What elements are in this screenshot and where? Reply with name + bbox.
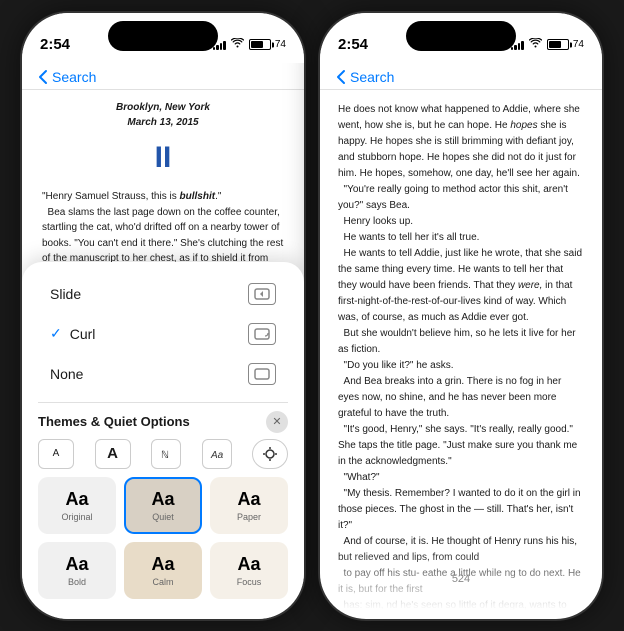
- divider-1: [38, 402, 288, 403]
- font-style-button[interactable]: ℕ: [151, 439, 181, 469]
- theme-quiet[interactable]: Aa Quiet: [124, 477, 202, 534]
- dynamic-island-right: [406, 21, 516, 51]
- wifi-icon-right: [529, 38, 542, 51]
- font-large-button[interactable]: A: [95, 439, 131, 469]
- back-button-left[interactable]: Search: [38, 69, 96, 85]
- battery-label-left: 74: [275, 39, 286, 50]
- status-icons-left: 74: [213, 38, 286, 51]
- theme-original-label: Original: [61, 512, 92, 522]
- theme-focus-label: Focus: [237, 577, 262, 587]
- back-label-left: Search: [52, 69, 96, 85]
- svg-text:ℕ: ℕ: [161, 450, 169, 461]
- theme-original[interactable]: Aa Original: [38, 477, 116, 534]
- back-label-right: Search: [350, 69, 394, 85]
- dynamic-island: [108, 21, 218, 51]
- page-number: 524: [320, 569, 602, 589]
- svg-text:Aa: Aa: [210, 450, 224, 461]
- theme-calm[interactable]: Aa Calm: [124, 542, 202, 599]
- themes-grid: Aa Original Aa Quiet Aa Paper Aa Bold Aa: [38, 477, 288, 599]
- theme-bold-aa: Aa: [65, 554, 88, 575]
- curl-check: ✓: [50, 325, 62, 342]
- battery-icon: [249, 39, 271, 50]
- theme-calm-label: Calm: [152, 577, 173, 587]
- slide-icon-box: [248, 283, 276, 305]
- phones-container: 2:54 74: [20, 11, 604, 621]
- nav-bar-left[interactable]: Search: [22, 63, 304, 90]
- theme-bold[interactable]: Aa Bold: [38, 542, 116, 599]
- battery-icon-right: [547, 39, 569, 50]
- battery-label-right: 74: [573, 39, 584, 50]
- theme-quiet-aa: Aa: [151, 489, 174, 510]
- right-phone: 2:54 74: [318, 11, 604, 621]
- left-phone: 2:54 74: [20, 11, 306, 621]
- slide-label: Slide: [50, 286, 81, 302]
- book-location: Brooklyn, New YorkMarch 13, 2015: [42, 100, 284, 131]
- themes-header: Themes & Quiet Options ✕: [38, 407, 288, 439]
- theme-paper-aa: Aa: [237, 489, 260, 510]
- close-button[interactable]: ✕: [266, 411, 288, 433]
- bottom-panel: Slide ✓ Curl: [22, 262, 304, 619]
- nav-bar-right[interactable]: Search: [320, 63, 602, 90]
- theme-paper[interactable]: Aa Paper: [210, 477, 288, 534]
- none-label: None: [50, 366, 83, 382]
- font-serif-button[interactable]: Aa: [202, 439, 232, 469]
- slide-option-curl[interactable]: ✓ Curl: [38, 314, 288, 354]
- book-text-right: He does not know what happened to Addie,…: [338, 102, 584, 610]
- slide-option-slide[interactable]: Slide: [38, 274, 288, 314]
- themes-title: Themes & Quiet Options: [38, 414, 190, 429]
- curl-icon-box: [248, 323, 276, 345]
- theme-bold-label: Bold: [68, 577, 86, 587]
- time-right: 2:54: [338, 36, 368, 53]
- time-left: 2:54: [40, 36, 70, 53]
- chapter-number: II: [42, 135, 284, 182]
- curl-label: Curl: [70, 326, 96, 342]
- theme-focus-aa: Aa: [237, 554, 260, 575]
- slide-option-none[interactable]: None: [38, 354, 288, 394]
- back-button-right[interactable]: Search: [336, 69, 394, 85]
- wifi-icon: [231, 38, 244, 51]
- theme-paper-label: Paper: [237, 512, 261, 522]
- theme-calm-aa: Aa: [151, 554, 174, 575]
- theme-original-aa: Aa: [65, 489, 88, 510]
- book-content-right: He does not know what happened to Addie,…: [320, 90, 602, 610]
- none-icon-box: [248, 363, 276, 385]
- slide-options: Slide ✓ Curl: [38, 274, 288, 394]
- brightness-button[interactable]: [252, 439, 288, 469]
- font-small-button[interactable]: A: [38, 439, 74, 469]
- theme-quiet-label: Quiet: [152, 512, 174, 522]
- font-size-row: A A ℕ Aa: [38, 439, 288, 469]
- status-icons-right: 74: [511, 38, 584, 51]
- theme-focus[interactable]: Aa Focus: [210, 542, 288, 599]
